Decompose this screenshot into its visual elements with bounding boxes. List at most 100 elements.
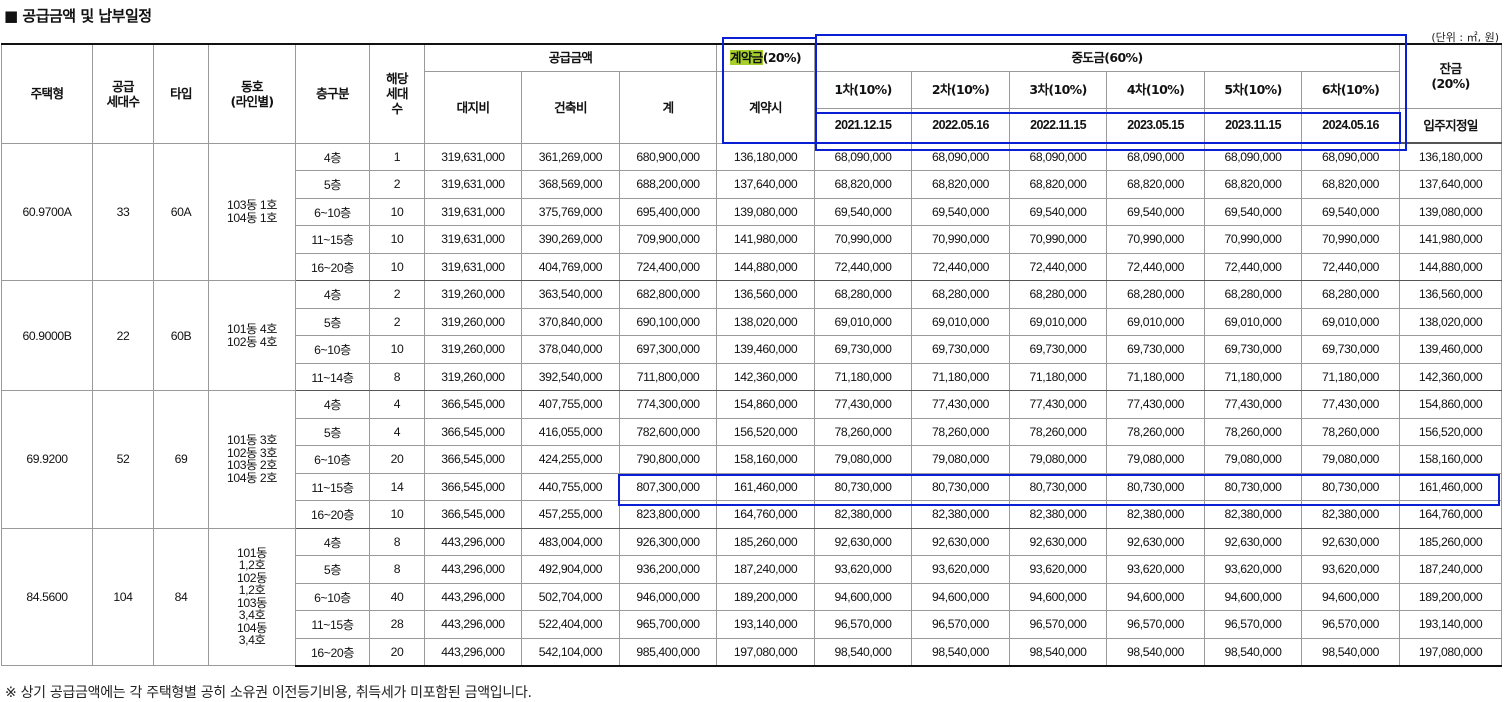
header-installment: 6차(10%) bbox=[1301, 70, 1401, 109]
cell-middle-installment: 68,090,000 bbox=[1204, 142, 1303, 171]
cell-floor: 6~10층 bbox=[295, 582, 370, 611]
cell-land-cost: 443,296,000 bbox=[424, 610, 522, 639]
cell-units: 20 bbox=[369, 637, 425, 667]
cell-middle-installment: 78,260,000 bbox=[1106, 417, 1206, 446]
cell-units: 10 bbox=[369, 335, 425, 364]
dongho-line: 104동 1호 bbox=[226, 210, 278, 225]
cell-middle-installment: 78,260,000 bbox=[1204, 417, 1303, 446]
cell-building-cost: 542,104,000 bbox=[521, 637, 620, 667]
cell-building-cost: 368,569,000 bbox=[521, 170, 620, 199]
cell-building-cost: 416,055,000 bbox=[521, 417, 620, 446]
cell-building-cost: 502,704,000 bbox=[521, 582, 620, 611]
cell-middle-installment: 96,570,000 bbox=[911, 610, 1011, 639]
cell-middle-installment: 92,630,000 bbox=[1204, 527, 1303, 556]
cell-middle-installment: 98,540,000 bbox=[1009, 637, 1108, 667]
header-building-cost: 건축비 bbox=[521, 70, 620, 144]
cell-type: 84 bbox=[153, 527, 209, 666]
cell-dongho: 101동 3호 102동 3호 103동 2호 104동 2호 bbox=[208, 390, 296, 529]
header-supply-units: 공급 세대수 bbox=[92, 43, 154, 144]
cell-middle-installment: 69,730,000 bbox=[1204, 335, 1303, 364]
cell-middle-installment: 82,380,000 bbox=[814, 500, 913, 529]
cell-units: 10 bbox=[369, 252, 425, 281]
cell-land-cost: 443,296,000 bbox=[424, 527, 522, 556]
cell-middle-installment: 71,180,000 bbox=[1301, 362, 1401, 391]
dongho-line: 101동 4호 bbox=[226, 322, 278, 336]
cell-land-cost: 366,545,000 bbox=[424, 390, 522, 419]
header-total: 계 bbox=[618, 70, 718, 144]
cell-contract: 137,640,000 bbox=[716, 170, 816, 199]
cell-middle-installment: 69,010,000 bbox=[1301, 307, 1401, 336]
cell-middle-installment: 80,730,000 bbox=[814, 472, 913, 501]
cell-middle-installment: 72,440,000 bbox=[1204, 252, 1303, 281]
cell-middle-installment: 96,570,000 bbox=[1301, 610, 1401, 639]
header-land-cost: 대지비 bbox=[424, 70, 522, 144]
dongho-line: 1,2호 bbox=[238, 583, 266, 598]
cell-units: 1 bbox=[369, 142, 425, 171]
cell-middle-installment: 82,380,000 bbox=[1009, 500, 1108, 529]
cell-middle-installment: 77,430,000 bbox=[1301, 390, 1401, 419]
cell-middle-installment: 68,090,000 bbox=[1106, 142, 1206, 171]
cell-middle-installment: 69,730,000 bbox=[1301, 335, 1401, 364]
cell-land-cost: 366,545,000 bbox=[424, 500, 522, 529]
cell-middle-installment: 93,620,000 bbox=[1301, 555, 1401, 584]
cell-middle-installment: 79,080,000 bbox=[1204, 445, 1303, 474]
cell-middle-installment: 68,820,000 bbox=[814, 170, 913, 199]
dongho-line: 103동 2호 bbox=[226, 458, 278, 473]
cell-middle-installment: 69,540,000 bbox=[1106, 197, 1206, 226]
header-installment: 2차(10%) bbox=[911, 70, 1011, 109]
cell-middle-installment: 82,380,000 bbox=[1204, 500, 1303, 529]
cell-floor: 4층 bbox=[295, 527, 370, 556]
cell-middle-installment: 68,090,000 bbox=[1301, 142, 1401, 171]
header-house-type: 주택형 bbox=[1, 43, 93, 144]
cell-balance: 158,160,000 bbox=[1399, 445, 1503, 474]
cell-total: 936,200,000 bbox=[618, 555, 718, 584]
cell-floor: 5층 bbox=[295, 555, 370, 584]
cell-contract: 142,360,000 bbox=[716, 362, 816, 391]
cell-middle-installment: 96,570,000 bbox=[814, 610, 913, 639]
header-due-date: 2024.05.16 bbox=[1301, 107, 1401, 144]
cell-type: 69 bbox=[153, 390, 209, 529]
cell-balance: 138,020,000 bbox=[1399, 307, 1503, 336]
cell-middle-installment: 68,280,000 bbox=[1009, 280, 1108, 309]
cell-middle-installment: 70,990,000 bbox=[911, 225, 1011, 254]
cell-contract: 164,760,000 bbox=[716, 500, 816, 529]
cell-middle-installment: 80,730,000 bbox=[1106, 472, 1206, 501]
table-row: 84.5600 104 84 101동 1,2호 102동 1,2호 103동 3,4호 104동… bbox=[1, 527, 1503, 666]
header-middle-payment: 중도금(60%) bbox=[814, 43, 1401, 72]
cell-middle-installment: 93,620,000 bbox=[911, 555, 1011, 584]
cell-units: 2 bbox=[369, 280, 425, 309]
cell-total: 823,800,000 bbox=[618, 500, 718, 529]
dongho-line: 1,2호 bbox=[238, 558, 266, 573]
cell-balance: 141,980,000 bbox=[1399, 225, 1503, 254]
cell-contract: 139,460,000 bbox=[716, 335, 816, 364]
cell-units: 28 bbox=[369, 610, 425, 639]
cell-floor: 11~14층 bbox=[295, 362, 370, 391]
cell-middle-installment: 92,630,000 bbox=[1009, 527, 1108, 556]
cell-middle-installment: 68,090,000 bbox=[911, 142, 1011, 171]
cell-total: 946,000,000 bbox=[618, 582, 718, 611]
cell-units: 8 bbox=[369, 527, 425, 556]
cell-middle-installment: 94,600,000 bbox=[911, 582, 1011, 611]
cell-middle-installment: 72,440,000 bbox=[1009, 252, 1108, 281]
cell-floor: 4층 bbox=[295, 390, 370, 419]
payment-schedule-table: 주택형 공급 세대수 타입 동호 (라인별) 층구분 해당 세대 수 공급금액 계약금(… bbox=[1, 43, 1503, 667]
cell-balance: 144,880,000 bbox=[1399, 252, 1503, 281]
cell-floor: 5층 bbox=[295, 307, 370, 336]
cell-total: 985,400,000 bbox=[618, 637, 718, 667]
cell-middle-installment: 68,820,000 bbox=[1106, 170, 1206, 199]
cell-middle-installment: 68,820,000 bbox=[1204, 170, 1303, 199]
cell-total: 724,400,000 bbox=[618, 252, 718, 281]
cell-units: 10 bbox=[369, 225, 425, 254]
cell-middle-installment: 69,010,000 bbox=[814, 307, 913, 336]
cell-middle-installment: 92,630,000 bbox=[1106, 527, 1206, 556]
cell-middle-installment: 71,180,000 bbox=[814, 362, 913, 391]
cell-building-cost: 375,769,000 bbox=[521, 197, 620, 226]
header-due-date: 2022.11.15 bbox=[1009, 107, 1108, 144]
cell-contract: 141,980,000 bbox=[716, 225, 816, 254]
cell-contract: 136,180,000 bbox=[716, 142, 816, 171]
cell-middle-installment: 79,080,000 bbox=[911, 445, 1011, 474]
cell-middle-installment: 94,600,000 bbox=[1301, 582, 1401, 611]
cell-units: 2 bbox=[369, 307, 425, 336]
cell-land-cost: 443,296,000 bbox=[424, 582, 522, 611]
cell-building-cost: 392,540,000 bbox=[521, 362, 620, 391]
